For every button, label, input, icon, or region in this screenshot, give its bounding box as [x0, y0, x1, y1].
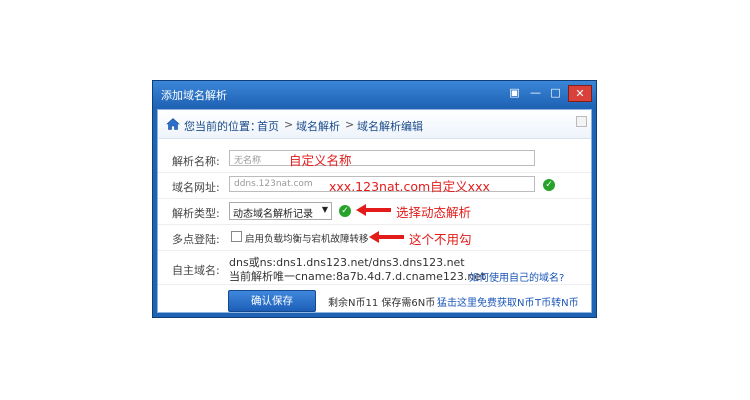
- own-domain-label: 自主域名:: [172, 264, 220, 277]
- type-select-value: 动态域名解析记录: [233, 209, 313, 220]
- scrollbar-up[interactable]: [576, 116, 587, 127]
- failover-checkbox[interactable]: [231, 231, 242, 242]
- check-icon: ✓: [339, 205, 351, 217]
- maximize-button[interactable]: □: [547, 85, 564, 100]
- type-row: 解析类型: 动态域名解析记录 ▼ ✓ 选择动态解析: [158, 198, 591, 225]
- breadcrumb-home[interactable]: 首页: [257, 118, 279, 134]
- balance-status: 剩余N币11 保存需6N币: [328, 298, 436, 309]
- multipoint-row: 多点登陆: 启用负载均衡与宕机故障转移 这个不用勾: [158, 224, 591, 251]
- breadcrumb-edit: 域名解析编辑: [357, 120, 423, 133]
- name-annotation: 自定义名称: [289, 153, 352, 168]
- breadcrumb-dns[interactable]: 域名解析: [296, 118, 340, 134]
- own-domain-help-link[interactable]: 如何使用自己的域名?: [469, 269, 564, 284]
- check-icon: ✓: [543, 179, 555, 191]
- failover-checkbox-label[interactable]: 启用负载均衡与宕机故障转移: [245, 231, 369, 245]
- breadcrumb-separator: >: [284, 118, 294, 131]
- free-coins-link[interactable]: 猛击这里免费获取N币: [437, 294, 534, 309]
- name-label: 解析名称:: [172, 155, 220, 168]
- multipoint-label: 多点登陆:: [172, 233, 220, 246]
- minimize-button[interactable]: —: [527, 85, 544, 100]
- url-annotation: xxx.123nat.com自定义xxx: [329, 179, 490, 194]
- breadcrumb-separator: >: [345, 118, 355, 131]
- own-domain-row: 自主域名: dns或ns:dns1.dns123.net/dns3.dns123…: [158, 250, 591, 285]
- name-row: 解析名称: 无名称 自定义名称: [158, 146, 591, 173]
- url-label: 域名网址:: [172, 181, 220, 194]
- close-button[interactable]: ✕: [568, 85, 592, 102]
- arrow-left-icon: [369, 231, 404, 243]
- transfer-coins-link[interactable]: T币转N币: [535, 294, 579, 309]
- dialog-window: 添加域名解析 ▣ — □ ✕ 您当前的位置： 首页 > 域名解析 > 域名解析编…: [152, 80, 597, 318]
- chevron-down-icon: ▼: [321, 205, 328, 214]
- home-icon[interactable]: [166, 117, 180, 131]
- confirm-save-button[interactable]: 确认保存: [228, 290, 316, 312]
- url-row: 域名网址: ddns.123nat.com xxx.123nat.com自定义x…: [158, 172, 591, 199]
- name-input[interactable]: 无名称: [229, 150, 535, 166]
- multipoint-annotation: 这个不用勾: [409, 232, 472, 247]
- menu-icon[interactable]: ▣: [506, 85, 523, 100]
- dialog-content: 您当前的位置： 首页 > 域名解析 > 域名解析编辑 解析名称: 无名称 自定义…: [157, 109, 592, 313]
- arrow-left-icon: [356, 204, 391, 216]
- breadcrumb: 您当前的位置： 首页 > 域名解析 > 域名解析编辑: [158, 110, 591, 139]
- type-annotation: 选择动态解析: [396, 205, 472, 220]
- type-select[interactable]: 动态域名解析记录 ▼: [229, 202, 332, 220]
- breadcrumb-prefix: 您当前的位置：: [184, 120, 261, 133]
- type-label: 解析类型:: [172, 207, 220, 220]
- window-title: 添加域名解析: [161, 89, 227, 102]
- title-bar[interactable]: 添加域名解析 ▣ — □ ✕: [153, 81, 596, 107]
- cname-value: 当前解析唯一cname:8a7b.4d.7.d.cname123.net: [229, 270, 486, 283]
